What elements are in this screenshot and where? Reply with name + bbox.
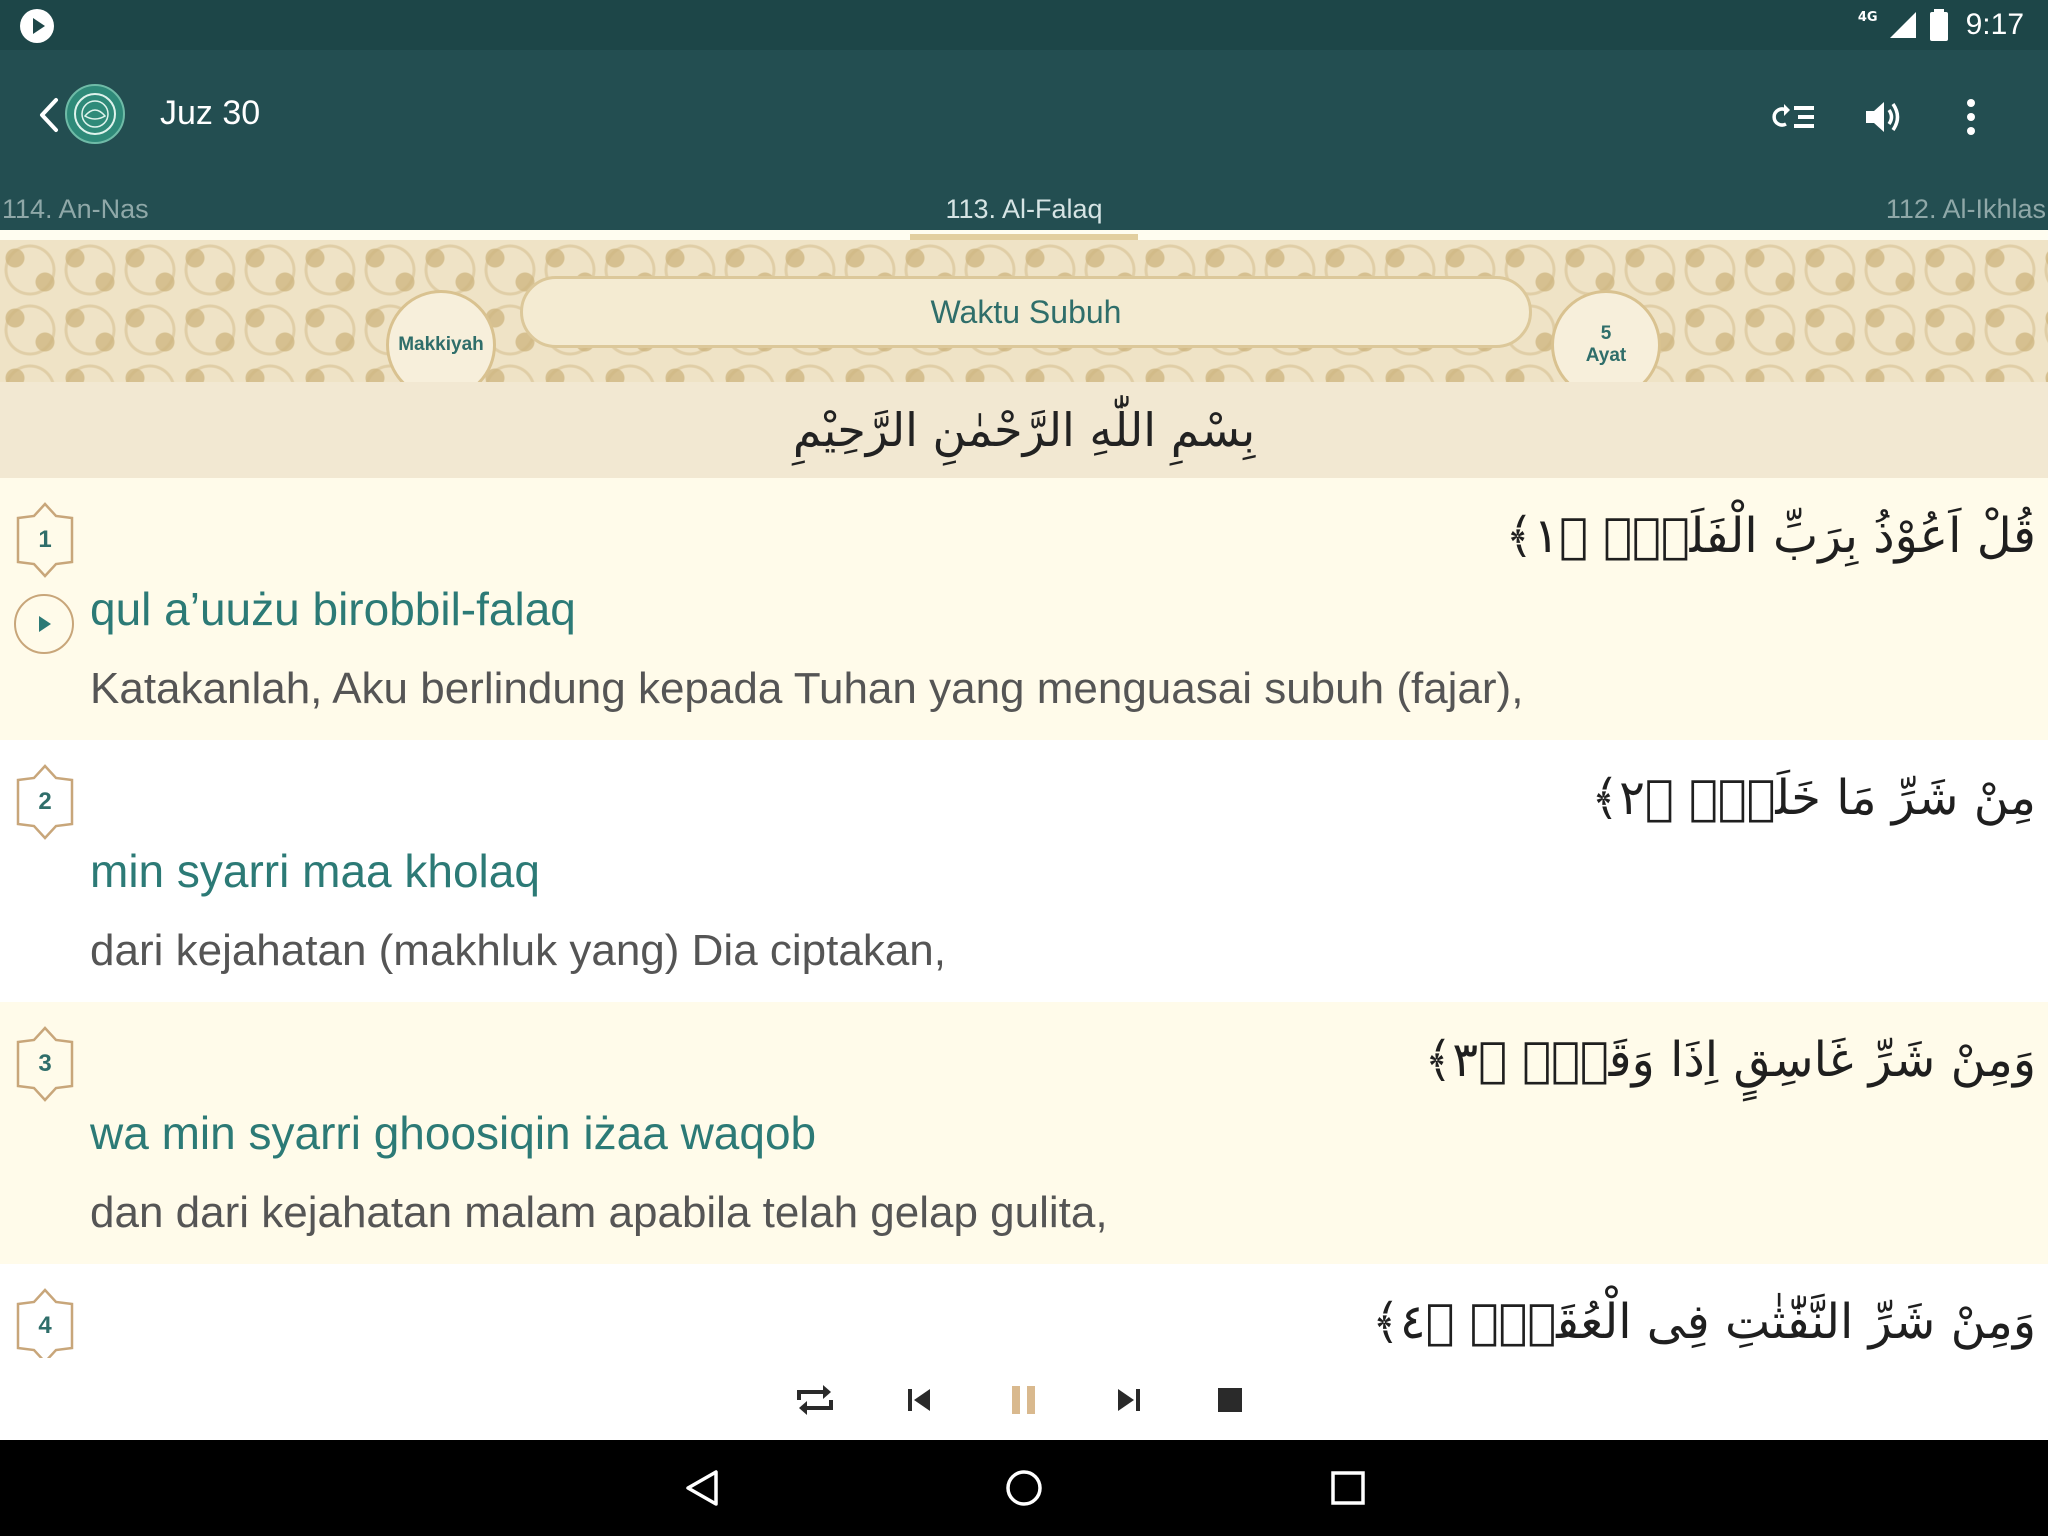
tab-al-falaq[interactable]: 113. Al-Falaq	[910, 194, 1138, 225]
skip-previous-icon	[908, 1389, 930, 1411]
ayat-count: 5	[1600, 323, 1612, 344]
play-icon	[39, 616, 51, 632]
next-button[interactable]	[1098, 1370, 1158, 1430]
revelation-label: Makkiyah	[398, 334, 484, 355]
verse-transliteration: wa min syarri ghoosiqin iżaa waqob	[90, 1107, 817, 1159]
verse-arabic: مِنْ شَرِّ مَا خَلَقَۙ ﴿٢﴾	[1590, 770, 2036, 826]
playlist-icon	[1772, 104, 1814, 128]
volume-icon	[1866, 102, 1900, 132]
verse-item[interactable]: 1 قُلْ اَعُوْذُ بِرَبِّ الْفَلَقِۙ ﴿١﴾ q…	[0, 478, 2048, 740]
signal-icon	[1889, 12, 1916, 38]
app-bar: Juz 30 114. An-Nas 113. Al-Falaq 112. Al…	[0, 50, 2048, 230]
ayat-label: Ayat	[1585, 345, 1627, 366]
bismillah-text: بِسْمِ اللّٰهِ الرَّحْمٰنِ الرَّحِيْمِ	[792, 403, 1256, 457]
battery-icon	[1929, 9, 1948, 41]
triangle-back-icon	[686, 1470, 718, 1506]
status-bar: 4G 9:17	[0, 0, 2048, 50]
verse-translation: dari kejahatan (makhluk yang) Dia ciptak…	[90, 926, 947, 975]
verse-translation: dan dari kejahatan malam apabila telah g…	[90, 1188, 1108, 1237]
bismillah-band: بِسْمِ اللّٰهِ الرَّحْمٰنِ الرَّحِيْمِ	[0, 382, 2048, 478]
playlist-button[interactable]	[1770, 90, 1824, 144]
pause-button[interactable]	[994, 1370, 1054, 1430]
verse-number-badge: 4	[10, 1286, 80, 1358]
stop-icon	[1218, 1388, 1242, 1412]
verse-number-badge: 2	[10, 762, 80, 842]
nav-back-button[interactable]	[672, 1458, 732, 1518]
play-verse-button[interactable]	[14, 594, 74, 654]
circle-home-icon	[1006, 1470, 1042, 1506]
page-title: Juz 30	[160, 94, 261, 132]
network-type: 4G	[1857, 9, 1878, 25]
surah-name-meaning: Waktu Subuh	[520, 276, 1532, 348]
verse-item[interactable]: 2 مِنْ شَرِّ مَا خَلَقَۙ ﴿٢﴾ min syarri …	[0, 740, 2048, 1002]
verse-transliteration: qul a’uużu birobbil-falaq	[90, 583, 576, 635]
verse-number-badge: 3	[10, 1024, 80, 1104]
nav-home-button[interactable]	[994, 1458, 1054, 1518]
media-playing-icon	[20, 9, 54, 43]
stop-button[interactable]	[1200, 1370, 1260, 1430]
verse-number-badge: 1	[10, 500, 80, 580]
verse-transliteration: min syarri maa kholaq	[90, 845, 540, 897]
tab-al-ikhlas[interactable]: 112. Al-Ikhlas	[1886, 194, 2046, 225]
verse-translation: Katakanlah, Aku berlindung kepada Tuhan …	[90, 664, 1524, 713]
previous-button[interactable]	[890, 1370, 950, 1430]
clock: 9:17	[1965, 8, 2024, 41]
pause-icon	[1012, 1386, 1035, 1414]
verse-arabic: قُلْ اَعُوْذُ بِرَبِّ الْفَلَقِۙ ﴿١﴾	[1505, 508, 2036, 564]
verse-item[interactable]: 4 وَمِنْ شَرِّ النَّفّٰثٰتِ فِى الْعُقَد…	[0, 1264, 2048, 1358]
repeat-icon	[797, 1385, 833, 1415]
skip-next-icon	[1118, 1389, 1140, 1411]
app-logo	[65, 84, 125, 144]
more-vert-icon	[1967, 99, 1975, 135]
back-button[interactable]	[30, 90, 70, 140]
verse-arabic: وَمِنْ شَرِّ النَّفّٰثٰتِ فِى الْعُقَدِۙ…	[1371, 1294, 2036, 1350]
nav-recents-button[interactable]	[1318, 1458, 1378, 1518]
repeat-button[interactable]	[785, 1370, 845, 1430]
more-options-button[interactable]	[1944, 90, 1998, 144]
system-navigation-bar	[0, 1440, 2048, 1536]
tab-an-nas[interactable]: 114. An-Nas	[2, 194, 149, 225]
volume-button[interactable]	[1856, 90, 1910, 144]
audio-player-bar	[0, 1358, 2048, 1440]
square-recents-icon	[1331, 1471, 1365, 1505]
verse-item[interactable]: 3 وَمِنْ شَرِّ غَاسِقٍ اِذَا وَقَبَۙ ﴿٣﴾…	[0, 1002, 2048, 1264]
verse-arabic: وَمِنْ شَرِّ غَاسِقٍ اِذَا وَقَبَۙ ﴿٣﴾	[1424, 1032, 2036, 1088]
chevron-left-icon	[40, 98, 58, 132]
